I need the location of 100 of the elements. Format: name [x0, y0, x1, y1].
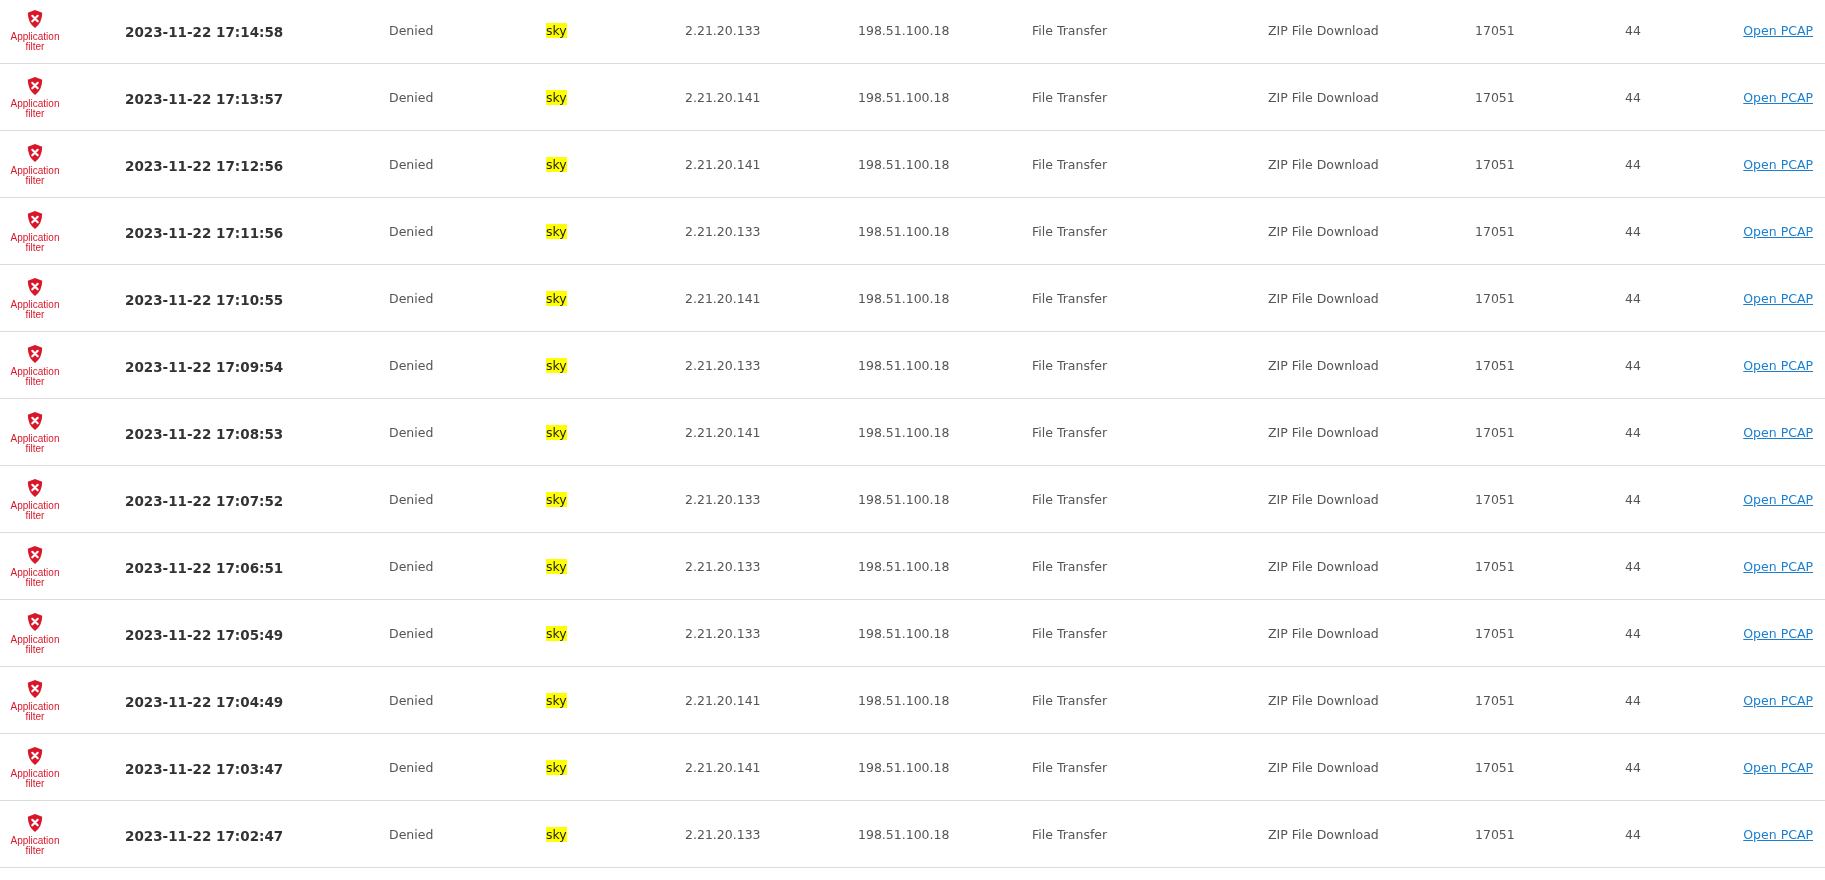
- action-text: Denied: [389, 156, 434, 172]
- table-cell: 17051: [1475, 692, 1515, 708]
- category-text: File Transfer: [1032, 424, 1108, 440]
- open-pcap-link[interactable]: Open PCAP: [1743, 357, 1813, 373]
- rule-type-label: Application filter: [9, 165, 61, 186]
- destination-ip-text: 198.51.100.18: [858, 89, 950, 105]
- user-text: sky: [546, 223, 567, 239]
- source-ip-text: 2.21.20.133: [685, 558, 761, 574]
- source-ip-text: 2.21.20.133: [685, 22, 761, 38]
- category-text: File Transfer: [1032, 692, 1108, 708]
- open-pcap-link[interactable]: Open PCAP: [1743, 625, 1813, 641]
- application-text: ZIP File Download: [1268, 625, 1379, 641]
- table-cell: 17051: [1475, 357, 1515, 373]
- timestamp-text: 2023-11-22 17:14:58: [125, 24, 284, 40]
- application-text: ZIP File Download: [1268, 22, 1379, 38]
- action-text: Denied: [389, 625, 434, 641]
- user-text: sky: [546, 424, 567, 440]
- rule-type-label: Application filter: [9, 98, 61, 119]
- application-text: ZIP File Download: [1268, 826, 1379, 842]
- category-text: File Transfer: [1032, 826, 1108, 842]
- table-cell: 17051: [1475, 759, 1515, 775]
- destination-ip-text: 198.51.100.18: [858, 625, 950, 641]
- category-text: File Transfer: [1032, 357, 1108, 373]
- category-text: File Transfer: [1032, 558, 1108, 574]
- open-pcap-link[interactable]: Open PCAP: [1743, 424, 1813, 440]
- rule-type-label: Application filter: [9, 31, 61, 52]
- table-cell: 44: [1625, 290, 1641, 306]
- destination-ip-text: 198.51.100.18: [858, 357, 950, 373]
- table-cell: 17051: [1475, 290, 1515, 306]
- table-cell: 17051: [1475, 22, 1515, 38]
- table-cell: 17051: [1475, 491, 1515, 507]
- open-pcap-link[interactable]: Open PCAP: [1743, 558, 1813, 574]
- timestamp-text: 2023-11-22 17:04:49: [125, 694, 284, 710]
- application-text: ZIP File Download: [1268, 89, 1379, 105]
- table-cell: 44: [1625, 22, 1641, 38]
- application-text: ZIP File Download: [1268, 759, 1379, 775]
- destination-ip-text: 198.51.100.18: [858, 22, 950, 38]
- application-text: ZIP File Download: [1268, 491, 1379, 507]
- rule-type-label: Application filter: [9, 567, 61, 588]
- table-cell: 17051: [1475, 424, 1515, 440]
- category-text: File Transfer: [1032, 22, 1108, 38]
- timestamp-text: 2023-11-22 17:09:54: [125, 359, 284, 375]
- table-cell: 44: [1625, 692, 1641, 708]
- user-text: sky: [546, 22, 567, 38]
- destination-ip-text: 198.51.100.18: [858, 826, 950, 842]
- table-cell: 44: [1625, 156, 1641, 172]
- source-ip-text: 2.21.20.133: [685, 357, 761, 373]
- rule-type-label: Application filter: [9, 366, 61, 387]
- destination-ip-text: 198.51.100.18: [858, 491, 950, 507]
- table-cell: 44: [1625, 223, 1641, 239]
- user-text: sky: [546, 156, 567, 172]
- user-text: sky: [546, 558, 567, 574]
- source-ip-text: 2.21.20.141: [685, 759, 761, 775]
- table-cell: 17051: [1475, 826, 1515, 842]
- table-cell: 17051: [1475, 625, 1515, 641]
- timestamp-text: 2023-11-22 17:02:47: [125, 828, 284, 844]
- source-ip-text: 2.21.20.141: [685, 290, 761, 306]
- user-text: sky: [546, 625, 567, 641]
- category-text: File Transfer: [1032, 491, 1108, 507]
- action-text: Denied: [389, 357, 434, 373]
- timestamp-text: 2023-11-22 17:12:56: [125, 158, 284, 174]
- action-text: Denied: [389, 424, 434, 440]
- table-cell: 44: [1625, 558, 1641, 574]
- source-ip-text: 2.21.20.133: [685, 625, 761, 641]
- open-pcap-link[interactable]: Open PCAP: [1743, 223, 1813, 239]
- user-text: sky: [546, 357, 567, 373]
- category-text: File Transfer: [1032, 223, 1108, 239]
- user-text: sky: [546, 759, 567, 775]
- open-pcap-link[interactable]: Open PCAP: [1743, 156, 1813, 172]
- application-text: ZIP File Download: [1268, 290, 1379, 306]
- category-text: File Transfer: [1032, 290, 1108, 306]
- rule-type-label: Application filter: [9, 835, 61, 856]
- open-pcap-link[interactable]: Open PCAP: [1743, 759, 1813, 775]
- timestamp-text: 2023-11-22 17:03:47: [125, 761, 284, 777]
- action-text: Denied: [389, 759, 434, 775]
- action-text: Denied: [389, 22, 434, 38]
- timestamp-text: 2023-11-22 17:11:56: [125, 225, 284, 241]
- destination-ip-text: 198.51.100.18: [858, 424, 950, 440]
- open-pcap-link[interactable]: Open PCAP: [1743, 290, 1813, 306]
- open-pcap-link[interactable]: Open PCAP: [1743, 491, 1813, 507]
- source-ip-text: 2.21.20.141: [685, 692, 761, 708]
- destination-ip-text: 198.51.100.18: [858, 558, 950, 574]
- table-cell: 44: [1625, 357, 1641, 373]
- open-pcap-link[interactable]: Open PCAP: [1743, 22, 1813, 38]
- open-pcap-link[interactable]: Open PCAP: [1743, 692, 1813, 708]
- user-text: sky: [546, 89, 567, 105]
- user-text: sky: [546, 290, 567, 306]
- category-text: File Transfer: [1032, 156, 1108, 172]
- source-ip-text: 2.21.20.141: [685, 156, 761, 172]
- source-ip-text: 2.21.20.141: [685, 89, 761, 105]
- action-text: Denied: [389, 491, 434, 507]
- timestamp-text: 2023-11-22 17:08:53: [125, 426, 284, 442]
- action-text: Denied: [389, 558, 434, 574]
- application-text: ZIP File Download: [1268, 357, 1379, 373]
- application-text: ZIP File Download: [1268, 424, 1379, 440]
- open-pcap-link[interactable]: Open PCAP: [1743, 89, 1813, 105]
- rule-type-label: Application filter: [9, 634, 61, 655]
- rule-type-label: Application filter: [9, 232, 61, 253]
- open-pcap-link[interactable]: Open PCAP: [1743, 826, 1813, 842]
- table-cell: 44: [1625, 491, 1641, 507]
